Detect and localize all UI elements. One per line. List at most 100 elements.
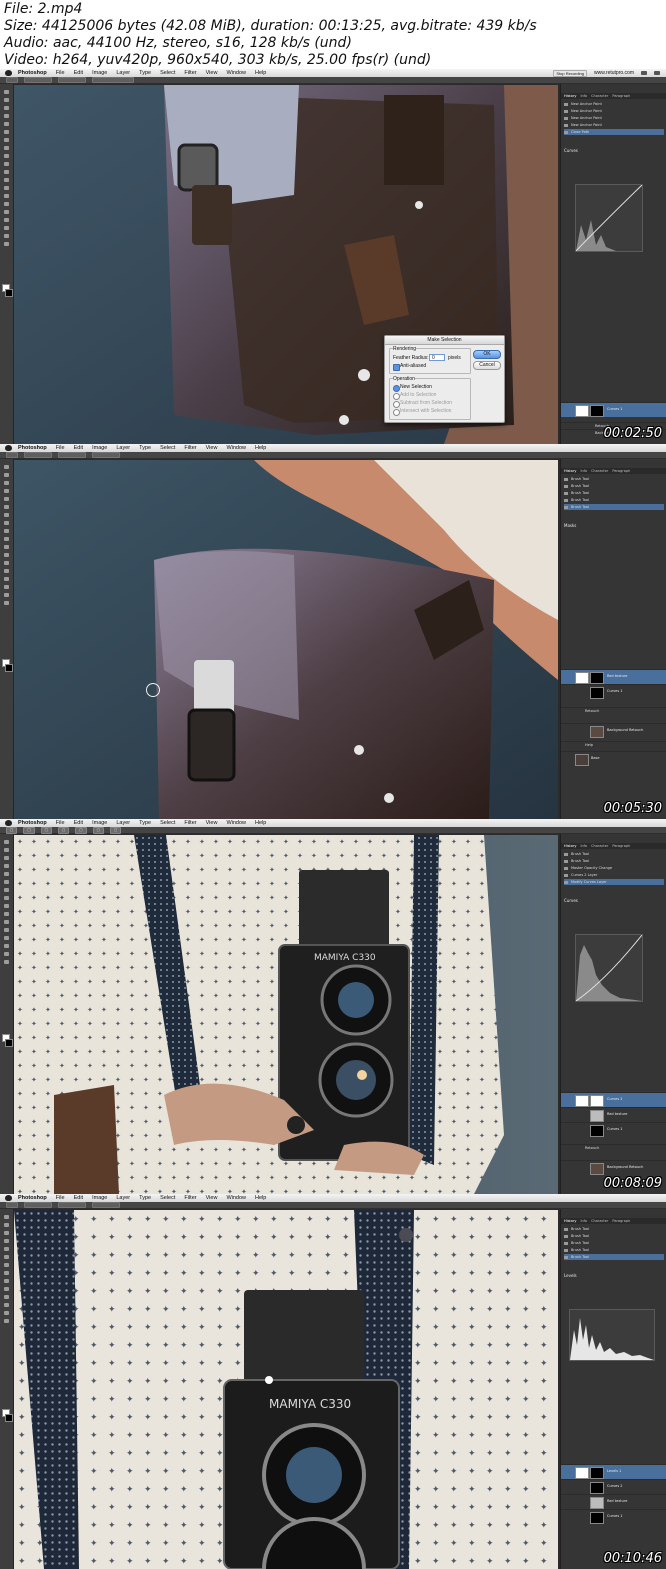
- move-tool-icon[interactable]: [4, 840, 9, 844]
- history-item-selected[interactable]: Brush Tool: [564, 1254, 664, 1260]
- quick-select-tool-icon[interactable]: [4, 1239, 9, 1243]
- move-tool-icon[interactable]: [4, 465, 9, 469]
- tab-paragraph[interactable]: Paragraph: [612, 468, 630, 474]
- menu-filter[interactable]: Filter: [184, 444, 196, 452]
- sample-size-dropdown[interactable]: [24, 77, 52, 83]
- dodge-tool-icon[interactable]: [4, 944, 9, 948]
- layer-row[interactable]: Levels 1: [561, 1464, 666, 1479]
- resize-windows-checkbox[interactable]: □: [6, 826, 18, 834]
- brush-tool-icon[interactable]: [4, 1271, 9, 1275]
- quick-select-tool-icon[interactable]: [4, 864, 9, 868]
- tab-history[interactable]: History: [564, 1218, 576, 1224]
- blur-tool-icon[interactable]: [4, 936, 9, 940]
- menu-edit[interactable]: Edit: [74, 69, 83, 77]
- wifi-icon[interactable]: [641, 71, 647, 75]
- shape-tool-icon[interactable]: [4, 601, 9, 605]
- layer-group-row[interactable]: Help: [561, 741, 666, 749]
- feather-radius-input[interactable]: 0: [429, 354, 445, 361]
- menu-window[interactable]: Window: [226, 444, 246, 452]
- sample-dropdown[interactable]: [58, 77, 86, 83]
- opacity-field[interactable]: [58, 1202, 86, 1208]
- flow-field[interactable]: [92, 452, 120, 458]
- move-tool-icon[interactable]: [4, 1215, 9, 1219]
- quick-select-tool-icon[interactable]: [4, 489, 9, 493]
- eyedropper-tool-icon[interactable]: [4, 130, 9, 134]
- menu-file[interactable]: File: [56, 69, 65, 77]
- menu-app-name[interactable]: Photoshop: [18, 69, 47, 77]
- history-item[interactable]: New Anchor Point: [564, 122, 664, 128]
- menu-window[interactable]: Window: [226, 69, 246, 77]
- tab-paragraph[interactable]: Paragraph: [612, 93, 630, 99]
- history-brush-icon[interactable]: [4, 162, 9, 166]
- new-selection-radio[interactable]: [393, 385, 400, 392]
- mode-dropdown[interactable]: [24, 1202, 52, 1208]
- crop-tool-icon[interactable]: [4, 872, 9, 876]
- healing-tool-icon[interactable]: [4, 513, 9, 517]
- menu-window[interactable]: Window: [226, 819, 246, 827]
- menu-select[interactable]: Select: [160, 444, 175, 452]
- curves-graph[interactable]: [575, 184, 643, 252]
- tab-character[interactable]: Character: [591, 468, 608, 474]
- subtract-selection-radio[interactable]: [393, 401, 400, 408]
- tab-info[interactable]: Info: [580, 93, 587, 99]
- history-item[interactable]: Brush Tool: [564, 1226, 664, 1232]
- document-canvas[interactable]: [14, 460, 558, 819]
- brush-tool-icon[interactable]: [4, 896, 9, 900]
- blur-tool-icon[interactable]: [4, 1311, 9, 1315]
- healing-tool-icon[interactable]: [4, 138, 9, 142]
- dodge-tool-icon[interactable]: [4, 569, 9, 573]
- move-tool-icon[interactable]: [4, 90, 9, 94]
- menu-window[interactable]: Window: [226, 1194, 246, 1202]
- crop-tool-icon[interactable]: [4, 497, 9, 501]
- layer-row[interactable]: Base: [561, 751, 666, 766]
- mode-dropdown[interactable]: [24, 452, 52, 458]
- zoom-tool-icon[interactable]: [4, 242, 9, 246]
- type-tool-icon[interactable]: [4, 210, 9, 214]
- layer-row[interactable]: Background Retouch: [561, 723, 666, 738]
- document-canvas[interactable]: ✦ MAMIYA C330: [14, 835, 558, 1194]
- eraser-tool-icon[interactable]: [4, 1295, 9, 1299]
- menu-type[interactable]: Type: [139, 819, 151, 827]
- crop-tool-icon[interactable]: [4, 1247, 9, 1251]
- document-canvas[interactable]: ✦ MAMIYA C330: [14, 1210, 558, 1569]
- marquee-tool-icon[interactable]: [4, 848, 9, 852]
- menu-view[interactable]: View: [206, 69, 218, 77]
- shape-tool-icon[interactable]: [4, 226, 9, 230]
- history-item[interactable]: New Anchor Point: [564, 101, 664, 107]
- quick-select-tool-icon[interactable]: [4, 114, 9, 118]
- layer-row[interactable]: Curves 1: [561, 402, 666, 417]
- menu-help[interactable]: Help: [255, 69, 266, 77]
- lasso-tool-icon[interactable]: [4, 1231, 9, 1235]
- layer-row[interactable]: Red texture: [561, 1107, 666, 1122]
- menu-type[interactable]: Type: [139, 444, 151, 452]
- layer-row[interactable]: Red texture: [561, 669, 666, 684]
- tool-preset-picker[interactable]: [6, 77, 18, 83]
- layer-row[interactable]: Curves 2: [561, 1092, 666, 1107]
- tab-paragraph[interactable]: Paragraph: [612, 1218, 630, 1224]
- history-brush-icon[interactable]: [4, 912, 9, 916]
- history-item-selected[interactable]: Brush Tool: [564, 504, 664, 510]
- menu-app-name[interactable]: Photoshop: [18, 1194, 47, 1202]
- menu-view[interactable]: View: [206, 819, 218, 827]
- zoom-all-windows-checkbox[interactable]: □: [23, 826, 35, 834]
- menu-filter[interactable]: Filter: [184, 69, 196, 77]
- pen-tool-icon[interactable]: [4, 577, 9, 581]
- healing-tool-icon[interactable]: [4, 1263, 9, 1267]
- flow-field[interactable]: [92, 1202, 120, 1208]
- lasso-tool-icon[interactable]: [4, 856, 9, 860]
- menu-help[interactable]: Help: [255, 1194, 266, 1202]
- tab-paragraph[interactable]: Paragraph: [612, 843, 630, 849]
- marquee-tool-icon[interactable]: [4, 1223, 9, 1227]
- menu-type[interactable]: Type: [139, 1194, 151, 1202]
- brush-tool-icon[interactable]: [4, 146, 9, 150]
- ok-button[interactable]: OK: [473, 350, 501, 359]
- menu-select[interactable]: Select: [160, 1194, 175, 1202]
- menu-app-name[interactable]: Photoshop: [18, 819, 47, 827]
- brush-preset-picker[interactable]: [6, 1202, 18, 1208]
- history-item[interactable]: Curves 2 Layer: [564, 872, 664, 878]
- apple-icon[interactable]: [5, 820, 12, 826]
- menu-file[interactable]: File: [56, 819, 65, 827]
- menu-view[interactable]: View: [206, 1194, 218, 1202]
- menu-layer[interactable]: Layer: [116, 69, 130, 77]
- type-tool-icon[interactable]: [4, 585, 9, 589]
